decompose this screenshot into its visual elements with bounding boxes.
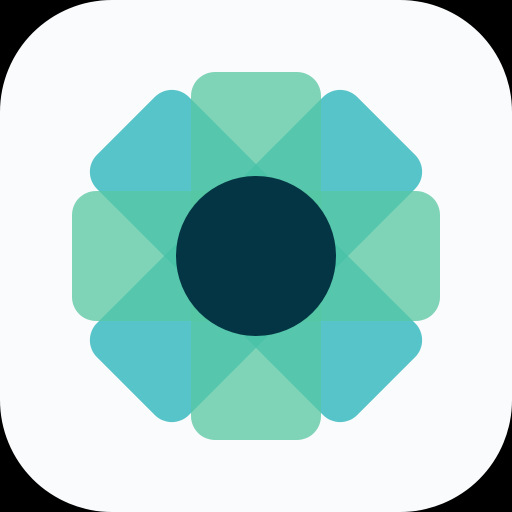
flower-app-icon — [72, 72, 440, 440]
flower-logo — [72, 72, 440, 440]
icon-canvas — [0, 0, 512, 512]
center-circle — [176, 176, 336, 336]
app-icon-tile[interactable] — [0, 0, 512, 512]
